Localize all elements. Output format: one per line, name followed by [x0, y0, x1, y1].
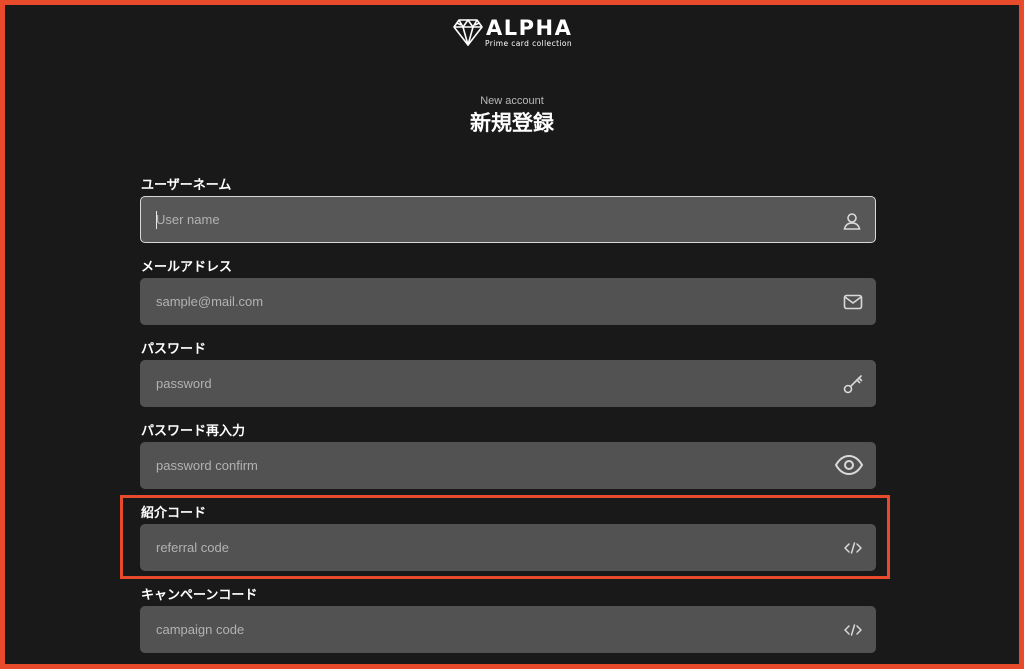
email-label: メールアドレス	[141, 260, 233, 275]
brand-tagline: Prime card collection	[485, 39, 573, 48]
password-confirm-field[interactable]	[140, 442, 820, 489]
user-icon	[841, 210, 863, 232]
signup-page: ALPHA Prime card collection New account …	[0, 0, 1024, 669]
page-title: 新規登録	[470, 111, 554, 135]
page-subtitle: New account	[480, 95, 544, 107]
diamond-icon	[453, 19, 483, 46]
password-field[interactable]	[140, 360, 820, 407]
password-confirm-label: パスワード再入力	[141, 424, 246, 439]
username-label: ユーザーネーム	[141, 178, 232, 193]
brand-name: ALPHA	[486, 16, 573, 40]
campaign-code-field-container	[140, 606, 876, 653]
key-icon	[842, 373, 864, 395]
password-label: パスワード	[141, 342, 207, 357]
referral-code-highlight-box	[120, 495, 890, 579]
password-field-container	[140, 360, 876, 407]
username-field[interactable]	[141, 197, 821, 242]
brand-logo[interactable]: ALPHA Prime card collection	[453, 15, 583, 51]
email-field-container	[140, 278, 876, 325]
email-field[interactable]	[140, 278, 820, 325]
password-confirm-field-container	[140, 442, 876, 489]
campaign-code-label: キャンペーンコード	[141, 588, 258, 603]
campaign-code-field[interactable]	[140, 606, 820, 653]
text-caret	[156, 211, 157, 229]
username-field-container	[140, 196, 876, 243]
code-icon	[842, 619, 864, 641]
eye-icon[interactable]	[834, 454, 864, 476]
mail-icon	[842, 291, 864, 313]
